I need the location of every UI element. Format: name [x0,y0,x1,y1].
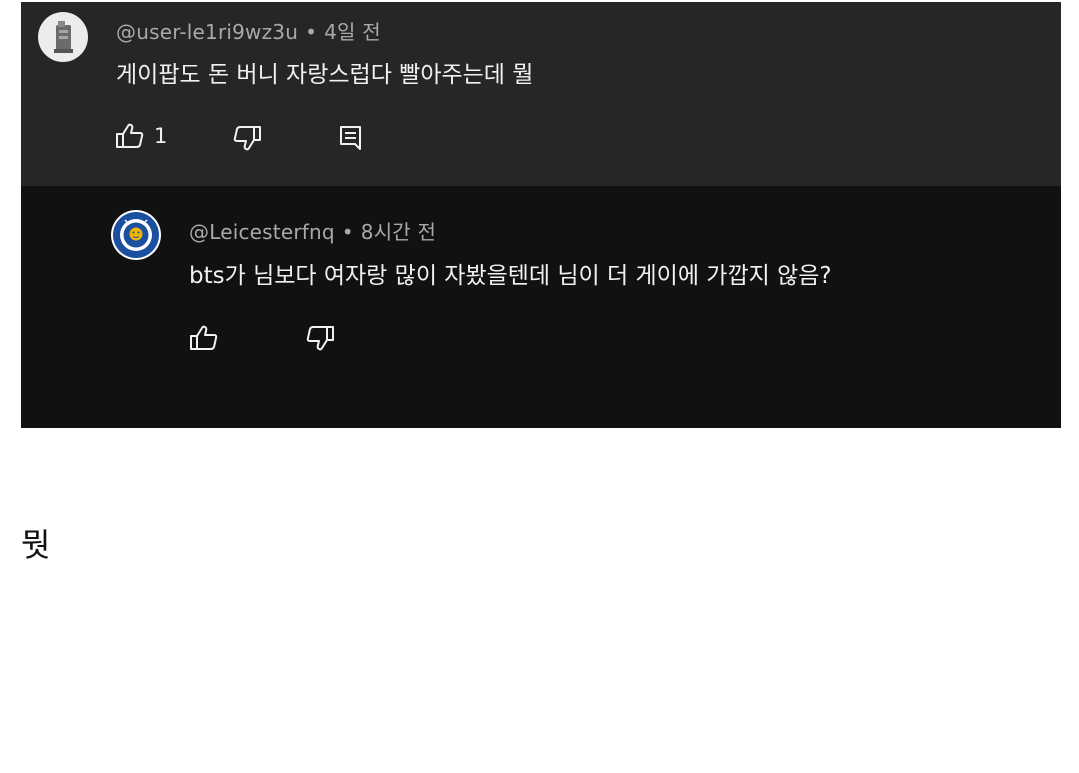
comment-meta: @user-le1ri9wz3u • 4일 전 [116,16,381,45]
leicester-crest-icon [113,212,159,258]
reply-dislike-button[interactable] [305,324,335,352]
reply-time[interactable]: 8시간 전 [361,220,436,244]
thumbs-down-icon [306,326,334,351]
post-caption: 뭣 [21,526,51,564]
top-level-comment: @user-le1ri9wz3u • 4일 전 게이팝도 돈 버니 자랑스럽다 빨아… [21,2,1061,186]
reply-text: bts가 님보다 여자랑 많이 자봤을텐데 님이 더 게이에 가깝지 않음? [189,263,832,289]
reply-like-button[interactable] [189,324,219,352]
avatar-figure-icon [54,21,73,53]
reply-comment-icon [340,126,361,150]
meta-separator: • [305,20,318,44]
dislike-button[interactable] [232,124,262,152]
reply-meta: @Leicesterfnq • 8시간 전 [189,216,436,245]
reply-button[interactable] [338,124,364,152]
like-button[interactable]: 1 [115,122,167,150]
meta-separator: • [341,220,354,244]
thumbs-down-icon [233,126,261,151]
comment-time[interactable]: 4일 전 [324,20,381,44]
like-count: 1 [154,124,168,148]
reply-author[interactable]: @Leicesterfnq [189,220,335,244]
leicester-avatar[interactable] [111,210,161,260]
thumbs-up-icon [116,123,144,148]
comment-text: 게이팝도 돈 버니 자랑스럽다 빨아주는데 뭘 [116,62,534,88]
thumbs-up-icon [190,325,218,350]
user-avatar[interactable] [38,12,88,62]
comment-thread-screenshot: @user-le1ri9wz3u • 4일 전 게이팝도 돈 버니 자랑스럽다 빨아… [21,2,1061,428]
comment-author[interactable]: @user-le1ri9wz3u [116,20,298,44]
